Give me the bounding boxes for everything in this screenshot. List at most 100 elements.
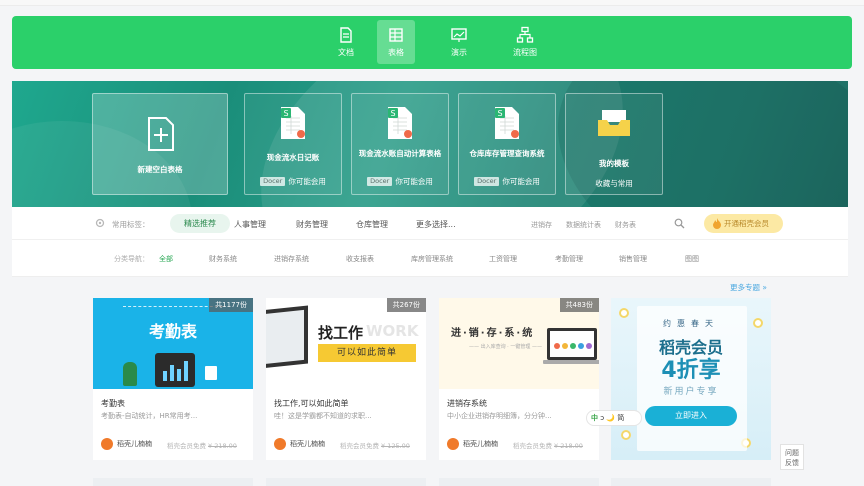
template-result-card[interactable]: WORK 找工作 可以如此简单 共267份 找工作,可以如此简单 哇！这是学霸都… — [266, 298, 426, 460]
feedback-label-2: 反馈 — [785, 459, 799, 467]
ime-icons: ɔ 🌙 简 — [600, 414, 625, 422]
flowchart-icon — [516, 26, 534, 43]
tab-presentation[interactable]: 演示 — [440, 20, 478, 64]
card-title: 仓库库存管理查询系统 — [469, 149, 545, 158]
category-row: 分类导航： 全部 财务系统 进销存系统 收支报表 库房管理系统 工资管理 考勤管… — [12, 247, 848, 269]
card-meta: 收藏与常用 — [566, 178, 662, 189]
thumb-band: 可以如此简单 — [318, 344, 416, 362]
author-info: 稻壳儿楠楠 — [447, 438, 498, 450]
template-count-badge: 共483份 — [559, 298, 599, 312]
price-info: 稻壳会员免费 ¥ 218.00 — [513, 440, 583, 450]
original-price: ¥ 218.00 — [208, 442, 237, 450]
template-result-card[interactable]: 考勤表 共1177份 考勤表 考勤表-自动统计，HR常用考... 稻壳儿楠楠 稻… — [93, 298, 253, 460]
category-nav-label: 分类导航： — [114, 255, 149, 263]
category-item[interactable]: 图图 — [685, 254, 699, 264]
tab-label: 流程图 — [513, 48, 537, 57]
window-top-edge — [0, 0, 864, 6]
new-blank-sheet-card[interactable]: 新建空白表格 — [92, 93, 228, 195]
template-card[interactable]: S 现金流水日记账 Docer 你可能会用 — [244, 93, 342, 195]
template-count-badge: 共1177份 — [209, 298, 253, 312]
vip-button-label: 开通稻壳会员 — [724, 219, 769, 228]
template-card[interactable]: S 现金流水账自动计算表格 Docer 你可能会用 — [351, 93, 449, 195]
docer-badge: Docer — [474, 177, 500, 186]
tag-item[interactable]: 人事管理 — [234, 219, 266, 230]
doc-type-bar: 文档 表格 演示 流程图 — [12, 16, 852, 69]
enter-now-button[interactable]: 立即进入 — [645, 406, 737, 426]
svg-text:S: S — [498, 109, 503, 118]
tag-item[interactable]: 仓库管理 — [356, 219, 388, 230]
tab-document[interactable]: 文档 — [327, 20, 365, 64]
flower-decoration — [621, 430, 631, 440]
new-file-icon — [148, 117, 174, 151]
category-item[interactable]: 工资管理 — [489, 254, 517, 264]
search-icon[interactable] — [674, 218, 685, 229]
author-name: 稻壳儿楠楠 — [117, 440, 152, 448]
tab-flowchart[interactable]: 流程图 — [506, 20, 544, 64]
category-item[interactable]: 进销存系统 — [274, 254, 309, 264]
tag-more[interactable]: 更多选择... — [416, 219, 456, 230]
open-vip-button[interactable]: 开通稻壳会员 — [704, 214, 783, 233]
tag-selected-recommended[interactable]: 精选推荐 — [170, 214, 230, 233]
price-label: 稻壳会员免费 — [340, 442, 379, 450]
my-templates-card[interactable]: 我的模板 收藏与常用 — [565, 93, 663, 195]
thumb-ghost-text: WORK — [366, 322, 419, 340]
category-item[interactable]: 库房管理系统 — [411, 254, 453, 264]
card-title: 现金流水账自动计算表格 — [358, 149, 442, 158]
search-hint[interactable]: 财务表 — [615, 220, 636, 230]
search-hint[interactable]: 进销存 — [531, 220, 552, 230]
template-card[interactable]: S 仓库库存管理查询系统 Docer 你可能会用 — [458, 93, 556, 195]
card-description: 中小企业进销存明细簿，分分钟... — [447, 412, 552, 420]
category-item[interactable]: 考勤管理 — [555, 254, 583, 264]
card-title: 我的模板 — [599, 159, 629, 168]
vip-promo-card[interactable]: 约惠春天 稻壳会员 4折享 新用户专享 立即进入 — [611, 298, 771, 460]
laptop-illustration — [266, 305, 308, 369]
card-description: 考勤表-自动统计，HR常用考... — [101, 412, 198, 420]
author-info: 稻壳儿楠楠 — [101, 438, 152, 450]
tablet-illustration — [155, 353, 195, 387]
card-name: 找工作,可以如此简单 — [274, 399, 349, 408]
feedback-button[interactable]: 问题 反馈 — [780, 444, 804, 470]
tab-table[interactable]: 表格 — [377, 20, 415, 64]
price-info: 稻壳会员免费 ¥ 125.00 — [340, 440, 410, 450]
card-note: 收藏与常用 — [595, 179, 633, 188]
template-result-card[interactable]: 进·销·存·系·统 —— 出入库查询 · 一键管理 —— 共483份 进销存系统… — [439, 298, 599, 460]
category-item[interactable]: 销售管理 — [619, 254, 647, 264]
promo-line3: 4折享 — [661, 358, 721, 383]
category-item[interactable]: 收支报表 — [346, 254, 374, 264]
svg-text:S: S — [391, 109, 396, 118]
search-hint[interactable]: 数据统计表 — [566, 220, 601, 230]
card-meta: Docer 你可能会用 — [352, 176, 448, 187]
promo-line1: 约惠春天 — [663, 319, 719, 328]
thumb-title: 进·销·存·系·统 — [451, 328, 535, 339]
hero-banner: 新建空白表格 S 现金流水日记账 Docer 你可能会用 S 现金流水账自动计算表… — [12, 81, 848, 207]
table-icon — [389, 28, 403, 42]
price-info: 稻壳会员免费 ¥ 218.00 — [167, 440, 237, 450]
tag-row: 常用标签： 精选推荐 人事管理 财务管理 仓库管理 更多选择... 进销存 数据… — [12, 207, 848, 240]
card-title: 新建空白表格 — [137, 165, 183, 174]
card-note: 你可能会用 — [502, 177, 540, 186]
price-label: 稻壳会员免费 — [513, 442, 552, 450]
plant-illustration — [123, 362, 137, 386]
docer-badge: Docer — [260, 177, 286, 186]
spreadsheet-icon: S — [495, 107, 519, 139]
tag-item[interactable]: 财务管理 — [296, 219, 328, 230]
author-name: 稻壳儿楠楠 — [290, 440, 325, 448]
filter-panel: 常用标签： 精选推荐 人事管理 财务管理 仓库管理 更多选择... 进销存 数据… — [12, 207, 848, 277]
card-name: 考勤表 — [101, 399, 125, 408]
more-topics-link[interactable]: 更多专题 » — [730, 282, 767, 293]
gear-icon[interactable] — [94, 217, 106, 229]
flower-decoration — [619, 308, 629, 318]
ime-toolbar[interactable]: 中 ɔ 🌙 简 — [586, 410, 642, 426]
ime-mode: 中 — [591, 414, 598, 422]
thumb-title: 考勤表 — [148, 322, 197, 341]
document-icon — [340, 27, 352, 43]
laptop-base — [543, 360, 599, 364]
next-row-card-edge — [439, 478, 599, 486]
decorative-line — [123, 306, 223, 310]
card-name: 进销存系统 — [447, 399, 487, 408]
next-row-card-edge — [93, 478, 253, 486]
docer-badge: Docer — [367, 177, 393, 186]
category-all[interactable]: 全部 — [159, 254, 173, 264]
card-description: 哇！这是学霸都不知道的求职... — [274, 412, 372, 420]
category-item[interactable]: 财务系统 — [209, 254, 237, 264]
